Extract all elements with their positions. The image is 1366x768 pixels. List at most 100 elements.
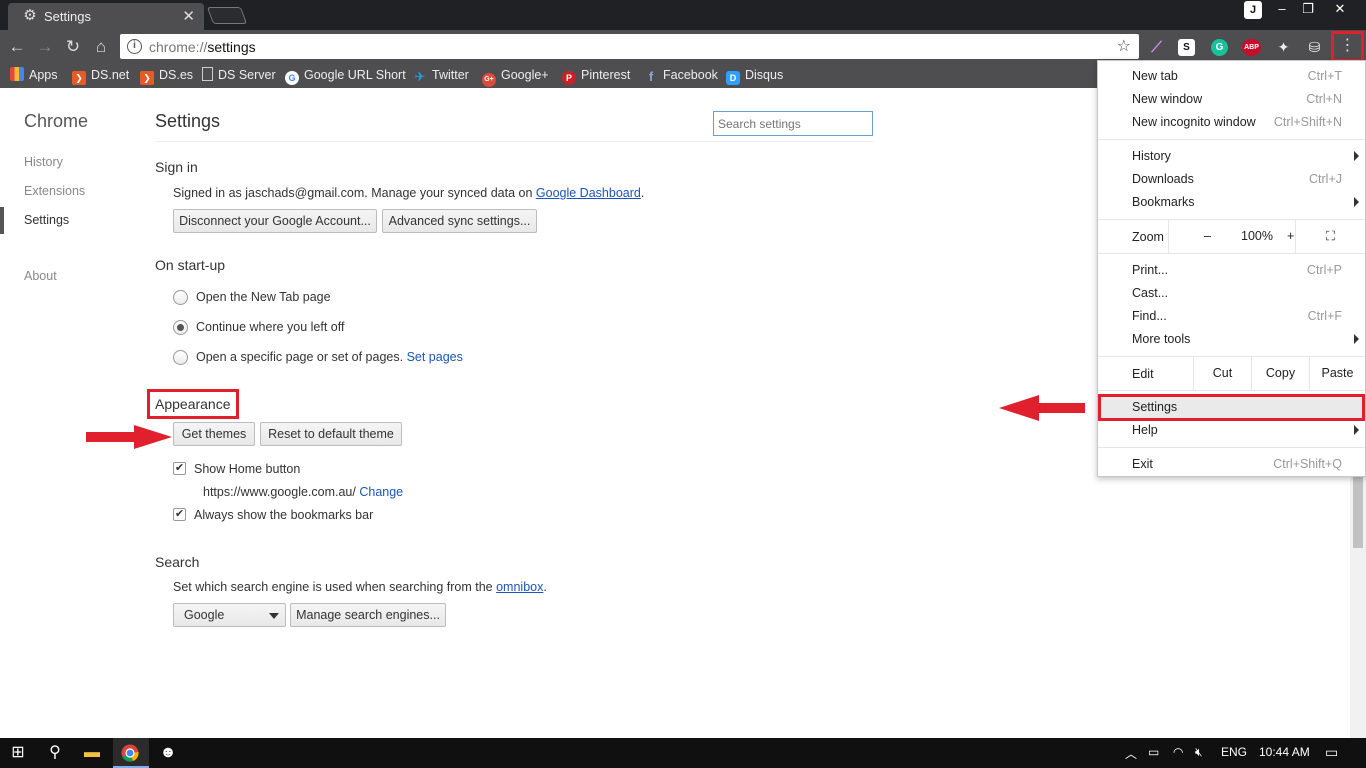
battery-icon[interactable]: ▭ <box>1148 745 1159 759</box>
appearance-heading: Appearance <box>155 396 231 412</box>
bookmark-twitter[interactable]: ✈ Twitter <box>413 67 469 84</box>
fullscreen-icon[interactable]: ⛶ <box>1295 220 1365 253</box>
search-settings-input[interactable] <box>713 111 873 136</box>
menu-row-edit: Edit Cut Copy Paste <box>1098 357 1365 390</box>
zoom-in-button[interactable]: + <box>1287 220 1294 253</box>
bookmark-facebook[interactable]: f Facebook <box>644 67 718 84</box>
google-dashboard-link[interactable]: Google Dashboard <box>536 186 641 200</box>
menu-item-print[interactable]: Print... Ctrl+P <box>1098 259 1365 282</box>
sidebar-item-extensions[interactable]: Extensions <box>24 184 85 198</box>
manage-search-engines-button[interactable]: Manage search engines... <box>290 603 446 627</box>
omnibox[interactable]: i chrome://settings ☆ <box>120 34 1139 59</box>
set-pages-link[interactable]: Set pages <box>407 350 463 364</box>
zoom-out-button[interactable]: – <box>1204 220 1211 253</box>
bookmark-pinterest[interactable]: P Pinterest <box>562 67 630 85</box>
search-engine-select[interactable]: Google <box>173 603 286 627</box>
toolbar: ← → ↻ ⌂ i chrome://settings ☆ ⟋ S G ABP … <box>0 30 1366 63</box>
grammarly-icon[interactable]: G <box>1211 39 1228 56</box>
reset-theme-button[interactable]: Reset to default theme <box>260 422 402 446</box>
sidebar-item-history[interactable]: History <box>24 155 63 169</box>
wifi-icon[interactable]: ◠ <box>1173 745 1183 759</box>
startup-radio-new-tab[interactable] <box>173 290 188 305</box>
volume-mute-icon[interactable]: 🔇︎ <box>1195 745 1203 760</box>
page-icon <box>202 67 213 81</box>
minimize-button[interactable]: – <box>1268 0 1296 20</box>
bookmark-dses[interactable]: ❯ DS.es <box>140 67 193 85</box>
windows-start-icon[interactable]: ⊞ <box>7 742 29 764</box>
home-icon[interactable]: ⌂ <box>90 36 112 58</box>
startup-option-label: Open a specific page or set of pages. Se… <box>196 350 463 364</box>
chrome-menu-button[interactable]: ⋮ <box>1331 31 1364 62</box>
show-home-checkbox[interactable]: ✔ <box>173 462 186 475</box>
menu-item-history[interactable]: History <box>1098 145 1365 168</box>
basket-icon[interactable]: ⛁ <box>1306 39 1323 56</box>
google-plus-icon: G+ <box>482 73 496 87</box>
menu-item-downloads[interactable]: Downloads Ctrl+J <box>1098 168 1365 191</box>
cut-button[interactable]: Cut <box>1193 357 1251 390</box>
menu-item-more-tools[interactable]: More tools <box>1098 328 1365 351</box>
windows-taskbar: ⊞ ⚲ ▬ ☻ ︿ ▭ ◠ 🔇︎ ENG 10:44 AM ▭ <box>0 738 1366 768</box>
disconnect-account-button[interactable]: Disconnect your Google Account... <box>173 209 377 233</box>
bookmark-apps[interactable]: Apps <box>10 67 58 83</box>
adblock-icon[interactable]: ABP <box>1242 39 1261 56</box>
sidebar-item-about[interactable]: About <box>24 269 57 283</box>
close-icon[interactable]: ✕ <box>182 7 195 25</box>
chrome-icon[interactable] <box>121 744 139 762</box>
puzzle-icon[interactable]: ✦ <box>1275 39 1292 56</box>
menu-item-bookmarks[interactable]: Bookmarks <box>1098 191 1365 214</box>
ds-shield-icon: ❯ <box>140 71 154 85</box>
bookmark-google-url-short[interactable]: G Google URL Short <box>285 67 406 85</box>
startup-radio-continue[interactable] <box>173 320 188 335</box>
bookmarks-bar-checkbox[interactable]: ✔ <box>173 508 186 521</box>
info-icon[interactable]: i <box>127 39 142 54</box>
url-text[interactable]: chrome://settings <box>149 39 256 55</box>
restore-button[interactable]: ❐ <box>1294 0 1322 20</box>
menu-item-new-tab[interactable]: New tab Ctrl+T <box>1098 65 1365 88</box>
menu-separator <box>1098 447 1365 448</box>
bookmark-ds-server[interactable]: DS Server <box>202 67 276 83</box>
app-icon[interactable]: ☻ <box>157 742 179 764</box>
new-tab-button[interactable] <box>206 7 248 24</box>
menu-item-find[interactable]: Find... Ctrl+F <box>1098 305 1365 328</box>
pinterest-icon: P <box>562 71 576 85</box>
bookmark-star-icon[interactable]: ☆ <box>1117 36 1131 56</box>
bookmark-dsnet[interactable]: ❯ DS.net <box>72 67 129 85</box>
chevron-right-icon <box>1354 197 1359 207</box>
action-center-icon[interactable]: ▭ <box>1325 744 1338 761</box>
back-icon[interactable]: ← <box>6 36 28 58</box>
menu-item-help[interactable]: Help <box>1098 419 1365 442</box>
settings-highlight-box <box>1098 394 1365 421</box>
search-text: Set which search engine is used when sea… <box>173 580 547 594</box>
forward-icon[interactable]: → <box>34 36 56 58</box>
reload-icon[interactable]: ↻ <box>62 36 84 58</box>
sidebar-item-settings[interactable]: Settings <box>24 213 69 227</box>
tab-settings[interactable]: ⚙ Settings ✕ <box>8 3 204 30</box>
show-hidden-icons-icon[interactable]: ︿ <box>1125 745 1137 762</box>
quill-icon[interactable]: ⟋ <box>1148 39 1165 56</box>
title-divider <box>155 141 873 142</box>
file-explorer-icon[interactable]: ▬ <box>81 742 103 764</box>
copy-button[interactable]: Copy <box>1251 357 1309 390</box>
clock[interactable]: 10:44 AM <box>1259 745 1310 759</box>
facebook-icon: f <box>648 69 654 84</box>
search-icon[interactable]: ⚲ <box>44 742 66 764</box>
home-url-text: https://www.google.com.au/ Change <box>203 485 404 499</box>
paste-button[interactable]: Paste <box>1309 357 1365 390</box>
omnibox-link[interactable]: omnibox <box>496 580 543 594</box>
menu-item-exit[interactable]: Exit Ctrl+Shift+Q <box>1098 453 1365 476</box>
profile-button[interactable]: J <box>1244 1 1262 19</box>
startup-heading: On start-up <box>155 257 226 273</box>
change-home-link[interactable]: Change <box>359 485 403 499</box>
menu-item-new-window[interactable]: New window Ctrl+N <box>1098 88 1365 111</box>
menu-item-cast[interactable]: Cast... <box>1098 282 1365 305</box>
window-close-button[interactable]: ✕ <box>1326 0 1354 20</box>
bookmark-disqus[interactable]: D Disqus <box>726 67 783 85</box>
bookmark-google-plus[interactable]: G+ Google+ <box>482 67 549 87</box>
startup-radio-specific-pages[interactable] <box>173 350 188 365</box>
zoom-controls: – 100% + <box>1168 220 1295 253</box>
language-indicator[interactable]: ENG <box>1221 745 1247 759</box>
advanced-sync-button[interactable]: Advanced sync settings... <box>382 209 537 233</box>
menu-item-incognito[interactable]: New incognito window Ctrl+Shift+N <box>1098 111 1365 134</box>
extension-s-icon[interactable]: S <box>1178 39 1195 56</box>
get-themes-button[interactable]: Get themes <box>173 422 255 446</box>
